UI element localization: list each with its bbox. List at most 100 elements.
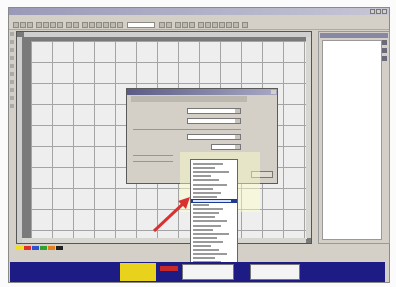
snap-icon[interactable] — [89, 22, 95, 28]
undo-icon[interactable] — [66, 22, 72, 28]
chevron-down-icon — [235, 119, 240, 123]
color-swatch[interactable] — [56, 246, 63, 250]
align-center-icon[interactable] — [182, 22, 188, 28]
save-icon[interactable] — [27, 22, 33, 28]
object-list[interactable] — [322, 40, 382, 240]
option-text — [193, 183, 227, 186]
option-text — [193, 187, 213, 190]
left-toolbox — [9, 30, 15, 242]
toolbar — [9, 21, 389, 30]
chevron-down-icon — [235, 109, 240, 113]
task-item[interactable] — [250, 264, 300, 280]
pan-icon[interactable] — [117, 22, 123, 28]
flip-icon[interactable] — [233, 22, 239, 28]
dialog-heading — [131, 96, 247, 102]
option-text — [193, 253, 227, 256]
color-swatch[interactable] — [24, 246, 31, 250]
ellipse-tool-icon[interactable] — [10, 56, 14, 60]
help-icon[interactable] — [242, 22, 248, 28]
fill-tool-icon[interactable] — [10, 88, 14, 92]
layers-icon[interactable] — [103, 22, 109, 28]
option-text — [193, 179, 219, 182]
vertical-scrollbar[interactable] — [306, 37, 311, 238]
task-item[interactable] — [182, 264, 234, 280]
title-bar — [9, 8, 389, 15]
line-tool-icon[interactable] — [10, 40, 14, 44]
color-swatch[interactable] — [48, 246, 55, 250]
ungroup-icon[interactable] — [205, 22, 211, 28]
chevron-down-icon — [235, 135, 240, 139]
arc-tool-icon[interactable] — [10, 80, 14, 84]
align-left-icon[interactable] — [175, 22, 181, 28]
polygon-tool-icon[interactable] — [10, 72, 14, 76]
annotation-arrow-icon — [152, 197, 190, 233]
copy-icon[interactable] — [50, 22, 56, 28]
option-text — [193, 249, 219, 252]
ruler-icon[interactable] — [96, 22, 102, 28]
horizontal-scrollbar[interactable] — [22, 238, 306, 243]
color-swatch[interactable] — [40, 246, 47, 250]
option-text — [193, 245, 211, 247]
panel-side-icons — [382, 40, 388, 64]
dialog-combo[interactable] — [187, 118, 241, 124]
print-icon[interactable] — [36, 22, 42, 28]
dialog-title-bar — [127, 89, 277, 95]
select-icon[interactable] — [110, 22, 116, 28]
properties-panel — [318, 31, 390, 244]
option-text — [193, 240, 223, 243]
redo-icon[interactable] — [73, 22, 79, 28]
symbol-tool-icon[interactable] — [10, 104, 14, 108]
bring-front-icon[interactable] — [212, 22, 218, 28]
dialog-combo-open[interactable] — [211, 144, 241, 150]
divider — [133, 155, 173, 156]
option-text — [193, 191, 221, 194]
dialog-combo[interactable] — [187, 134, 241, 140]
zoom-in-icon[interactable] — [159, 22, 165, 28]
option-text — [193, 204, 209, 206]
divider — [133, 161, 173, 162]
measure-tool-icon[interactable] — [10, 96, 14, 100]
maximize-button[interactable] — [376, 9, 381, 14]
tray-badge — [160, 266, 178, 271]
zoom-select[interactable] — [127, 22, 155, 28]
option-text — [193, 199, 231, 202]
settings-icon[interactable] — [382, 48, 387, 53]
start-button[interactable] — [120, 263, 156, 281]
new-file-icon[interactable] — [13, 22, 19, 28]
dialog-close-icon[interactable] — [271, 90, 276, 94]
open-folder-icon[interactable] — [20, 22, 26, 28]
align-right-icon[interactable] — [189, 22, 195, 28]
paste-icon[interactable] — [57, 22, 63, 28]
panel-header — [320, 33, 388, 38]
rotate-icon[interactable] — [226, 22, 232, 28]
option-text — [193, 224, 221, 227]
pointer-tool-icon[interactable] — [10, 32, 14, 36]
option-text — [193, 232, 229, 235]
send-back-icon[interactable] — [219, 22, 225, 28]
option-text — [193, 228, 213, 231]
zoom-out-icon[interactable] — [166, 22, 172, 28]
option-text — [193, 195, 217, 198]
rectangle-tool-icon[interactable] — [10, 48, 14, 52]
color-swatch[interactable] — [16, 246, 23, 250]
minimize-button[interactable] — [370, 9, 375, 14]
option-text — [193, 236, 217, 239]
group-icon[interactable] — [198, 22, 204, 28]
cut-icon[interactable] — [43, 22, 49, 28]
option-text — [193, 175, 211, 178]
option-text — [193, 163, 223, 165]
option-text — [193, 212, 219, 215]
pin-icon[interactable] — [382, 40, 387, 45]
vertical-ruler — [17, 37, 22, 243]
dropdown-list[interactable] — [190, 159, 238, 277]
text-tool-icon[interactable] — [10, 64, 14, 68]
refresh-icon[interactable] — [382, 56, 387, 61]
color-palette — [16, 245, 76, 251]
close-button[interactable] — [382, 9, 387, 14]
option-text — [193, 208, 223, 211]
grid-icon[interactable] — [82, 22, 88, 28]
color-swatch[interactable] — [32, 246, 39, 250]
dialog-combo[interactable] — [187, 108, 241, 114]
chevron-down-icon — [235, 145, 240, 149]
option-text — [193, 220, 227, 223]
